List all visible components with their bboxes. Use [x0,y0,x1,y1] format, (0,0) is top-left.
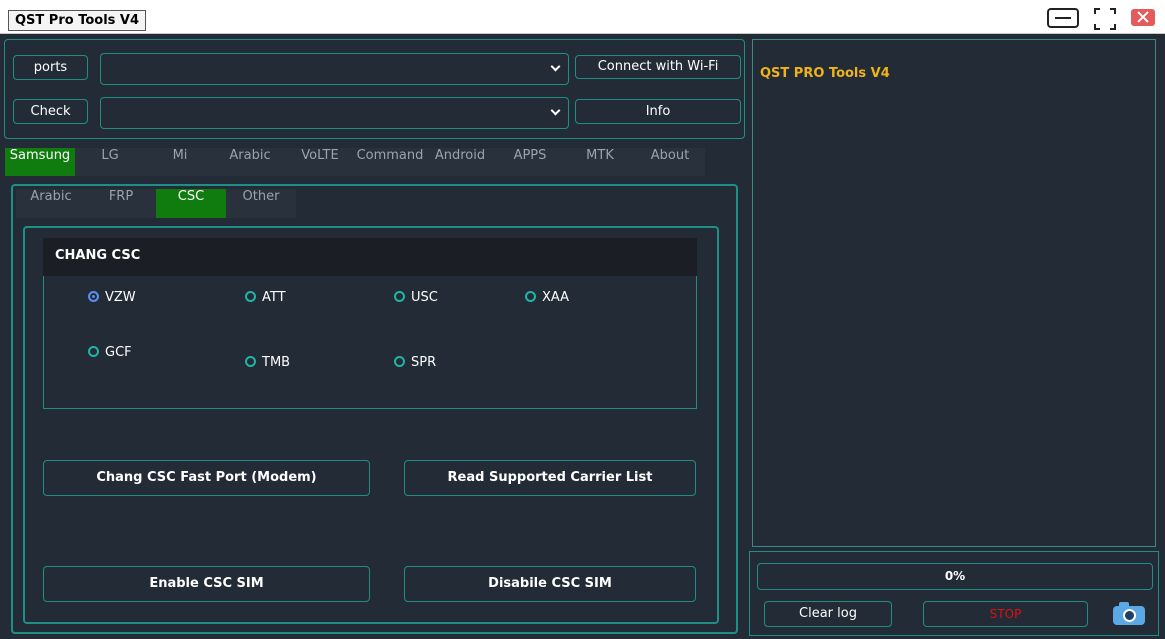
subtab-other[interactable]: Other [226,189,296,218]
tab-lg[interactable]: LG [75,148,145,176]
tab-samsung[interactable]: Samsung [5,148,75,176]
radio-label: XAA [542,290,570,305]
check-button[interactable]: Check [13,99,88,124]
info-button[interactable]: Info [575,99,741,124]
window-title: QST Pro Tools V4 [8,10,147,31]
radio-dot [88,291,99,302]
chevron-down-icon [550,105,561,116]
csc-group-title: CHANG CSC [43,238,697,276]
tab-arabic[interactable]: Arabic [215,148,285,176]
tab-volte[interactable]: VoLTE [285,148,355,176]
radio-dot [88,346,99,357]
change-csc-fast-port-button[interactable]: Chang CSC Fast Port (Modem) [43,460,370,496]
enable-csc-sim-button[interactable]: Enable CSC SIM [43,566,370,602]
radio-label: USC [411,290,438,305]
title-bar: QST Pro Tools V4 [0,0,1165,34]
radio-label: TMB [262,355,291,370]
disable-csc-sim-button[interactable]: Disabile CSC SIM [404,566,696,602]
radio-label: ATT [262,290,286,305]
ports-button[interactable]: ports [13,55,88,80]
maximize-icon[interactable] [1094,8,1116,30]
subtab-frp[interactable]: FRP [86,189,156,218]
tab-apps[interactable]: APPS [495,148,565,176]
minimize-icon[interactable] [1047,8,1079,28]
tab-android[interactable]: Android [425,148,495,176]
csc-group-box [43,276,697,409]
radio-dot [394,356,405,367]
subtab-csc[interactable]: CSC [156,189,226,218]
camera-icon[interactable] [1113,601,1145,625]
read-carrier-list-button[interactable]: Read Supported Carrier List [404,460,696,496]
connect-wifi-button[interactable]: Connect with Wi-Fi [575,55,741,79]
device-select[interactable] [100,97,569,129]
port-select[interactable] [100,53,569,85]
radio-label: SPR [411,355,437,370]
tab-about[interactable]: About [635,148,705,176]
radio-dot [245,291,256,302]
log-app-name: QST PRO Tools V4 [760,66,890,81]
clear-log-button[interactable]: Clear log [764,601,892,627]
close-icon[interactable] [1131,9,1155,26]
stop-button[interactable]: STOP [923,601,1088,627]
progress-bar: 0% [757,563,1153,590]
radio-dot [245,356,256,367]
tab-mtk[interactable]: MTK [565,148,635,176]
chevron-down-icon [550,61,561,72]
tab-mi[interactable]: Mi [145,148,215,176]
progress-text: 0% [944,569,966,583]
radio-label: GCF [105,345,132,360]
radio-dot [525,291,536,302]
radio-dot [394,291,405,302]
log-panel [752,39,1156,547]
tab-command[interactable]: Command [355,148,425,176]
radio-label: VZW [105,290,136,305]
subtab-arabic[interactable]: Arabic [16,189,86,218]
